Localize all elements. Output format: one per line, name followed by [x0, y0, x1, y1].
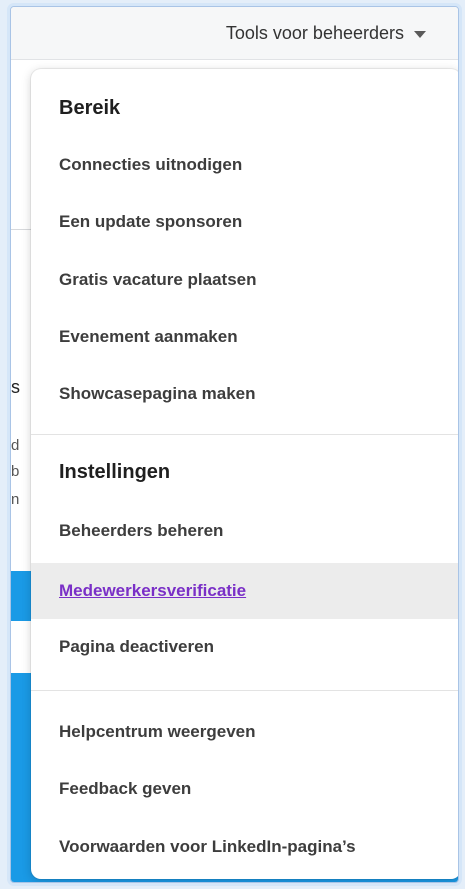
menu-item-label: Een update sponsoren [59, 212, 243, 231]
underlay-blue-button [11, 571, 33, 621]
menu-item-feedback-geven[interactable]: Feedback geven [31, 767, 458, 811]
underlay-text-fragment: s [11, 377, 20, 397]
menu-item-showcasepagina-maken[interactable]: Showcasepagina maken [31, 372, 458, 416]
underlay-text-fragment: d [11, 437, 20, 454]
menu-item-label: Pagina deactiveren [59, 637, 214, 656]
menu-item-update-sponsoren[interactable]: Een update sponsoren [31, 200, 458, 244]
menu-item-helpcentrum[interactable]: Helpcentrum weergeven [31, 710, 458, 754]
menu-divider [31, 434, 458, 435]
caret-down-icon [414, 31, 426, 38]
menu-item-connecties-uitnodigen[interactable]: Connecties uitnodigen [31, 143, 458, 187]
menu-item-medewerkersverificatie[interactable]: Medewerkersverificatie [31, 563, 458, 619]
underlay-text-fragment: b [11, 463, 20, 480]
menu-item-label: Beheerders beheren [59, 521, 224, 540]
menu-item-evenement-aanmaken[interactable]: Evenement aanmaken [31, 315, 458, 359]
menu-item-label: Helpcentrum weergeven [59, 722, 256, 741]
underlay-text-fragment: n [11, 491, 20, 508]
menu-item-vacature-plaatsen[interactable]: Gratis vacature plaatsen [31, 258, 458, 302]
admin-tools-dropdown-button[interactable]: Tools voor beheerders [226, 23, 426, 44]
screenshot-frame: Tools voor beheerders s d b n Bereik Con… [10, 6, 459, 883]
section-title-instellingen: Instellingen [59, 461, 171, 483]
menu-item-voorwaarden[interactable]: Voorwaarden voor LinkedIn-pagina’s [31, 825, 458, 869]
menu-item-label: Showcasepagina maken [59, 384, 256, 403]
menu-item-pagina-deactiveren[interactable]: Pagina deactiveren [31, 625, 458, 669]
menu-divider [31, 690, 458, 691]
menu-item-label: Gratis vacature plaatsen [59, 270, 257, 289]
menu-item-label: Connecties uitnodigen [59, 155, 243, 174]
menu-item-label: Feedback geven [59, 779, 192, 798]
admin-tools-label: Tools voor beheerders [225, 23, 404, 43]
menu-item-beheerders-beheren[interactable]: Beheerders beheren [31, 509, 458, 553]
section-title-bereik: Bereik [59, 97, 121, 119]
menu-item-label: Voorwaarden voor LinkedIn-pagina’s [59, 837, 356, 856]
menu-item-label: Medewerkersverificatie [59, 581, 247, 600]
menu-item-label: Evenement aanmaken [59, 327, 238, 346]
admin-tools-menu: Bereik Connecties uitnodigen Een update … [31, 69, 458, 879]
